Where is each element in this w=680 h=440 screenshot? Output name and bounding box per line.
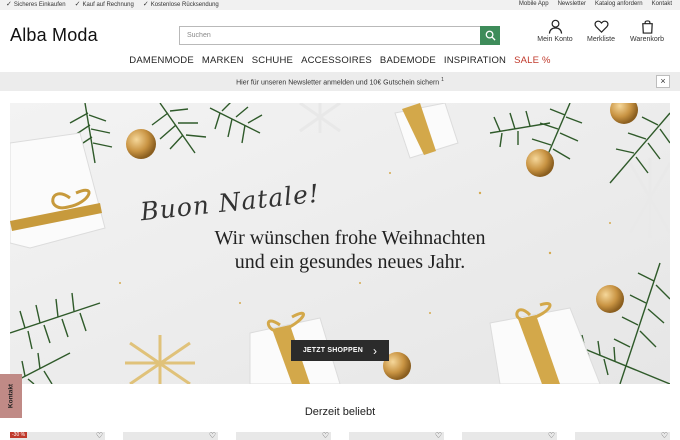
newsletter-bar: Hier für unseren Newsletter anmelden und… [0, 72, 680, 91]
search-button[interactable] [480, 26, 500, 45]
catalog-link[interactable]: Katalog anfordern [595, 1, 643, 7]
heart-icon[interactable]: ♡ [209, 432, 216, 440]
heart-icon [593, 20, 609, 33]
shop-now-label: JETZT SHOPPEN [302, 347, 363, 354]
newsletter-text: Hier für unseren Newsletter anmelden und… [236, 79, 442, 87]
hero-headline-line2: und ein gesundes neues Jahr. [234, 251, 466, 273]
shop-now-button[interactable]: JETZT SHOPPEN › [291, 340, 389, 361]
product-card[interactable]: -30 % ♡ [10, 432, 105, 440]
newsletter-link[interactable]: Newsletter [558, 1, 586, 7]
header-actions: Mein Konto Merkliste Warenkorb [532, 19, 670, 43]
wishlist-label: Merkliste [586, 36, 615, 43]
contact-link[interactable]: Kontakt [652, 1, 672, 7]
heart-icon[interactable]: ♡ [322, 432, 329, 440]
wishlist-button[interactable]: Merkliste [578, 19, 624, 43]
nav-item-damenmode[interactable]: DAMENMODE [129, 55, 194, 66]
nav-item-bademode[interactable]: BADEMODE [380, 55, 436, 66]
heart-icon[interactable]: ♡ [435, 432, 442, 440]
main-nav: DAMENMODE MARKEN SCHUHE ACCESSOIRES BADE… [0, 55, 680, 66]
check-icon: ✓ [74, 1, 81, 8]
product-card[interactable]: ♡ [123, 432, 218, 440]
hero-banner[interactable]: Buon Natale! Wir wünschen frohe Weihnach… [10, 103, 670, 384]
usp-label: Kostenlose Rücksendung [150, 1, 219, 8]
cart-label: Warenkorb [630, 36, 664, 43]
user-icon [548, 19, 562, 34]
usp-label: Kauf auf Rechnung [82, 1, 134, 8]
usp-item: ✓ Kostenlose Rücksendung [143, 1, 219, 8]
product-carousel: -30 % ♡ ♡ ♡ ♡ ♡ ♡ [10, 432, 670, 440]
product-card[interactable]: ♡ [349, 432, 444, 440]
usp-item: ✓ Sicheres Einkaufen [6, 1, 66, 8]
product-card[interactable]: ♡ [575, 432, 670, 440]
usp-item: ✓ Kauf auf Rechnung [75, 1, 134, 8]
heart-icon[interactable]: ♡ [96, 432, 103, 440]
discount-badge: -30 % [10, 432, 28, 438]
product-card[interactable]: ♡ [462, 432, 557, 440]
hero-headline-line1: Wir wünschen frohe Weihnachten [214, 227, 486, 249]
site-header: Alba Moda Mein Konto Merkliste [0, 10, 680, 72]
newsletter-bar-text[interactable]: Hier für unseren Newsletter anmelden und… [0, 77, 680, 86]
bag-icon [641, 20, 653, 34]
check-icon: ✓ [6, 1, 12, 8]
nav-item-inspiration[interactable]: INSPIRATION [444, 55, 506, 66]
bauble [526, 149, 554, 177]
mobile-app-link[interactable]: Mobile App [519, 1, 549, 7]
close-icon[interactable]: × [656, 75, 670, 88]
site-logo[interactable]: Alba Moda [10, 25, 98, 46]
search-input[interactable] [180, 27, 480, 44]
heart-icon[interactable]: ♡ [661, 432, 668, 440]
check-icon: ✓ [142, 1, 149, 8]
nav-item-accessoires[interactable]: ACCESSOIRES [301, 55, 372, 66]
usp-list: ✓ Sicheres Einkaufen ✓ Kauf auf Rechnung ✓… [6, 1, 219, 8]
chevron-right-icon: › [372, 343, 378, 358]
product-card[interactable]: ♡ [236, 432, 331, 440]
heart-icon[interactable]: ♡ [548, 432, 555, 440]
account-label: Mein Konto [537, 36, 573, 43]
nav-item-schuhe[interactable]: SCHUHE [252, 55, 293, 66]
contact-tab-label: Kontakt [7, 383, 15, 409]
nav-item-sale[interactable]: SALE % [514, 55, 551, 66]
search-icon [485, 30, 496, 41]
section-title: Derzeit beliebt [304, 406, 376, 418]
cart-button[interactable]: Warenkorb [624, 19, 670, 43]
top-bar: ✓ Sicheres Einkaufen ✓ Kauf auf Rechnung ✓… [0, 0, 680, 10]
account-button[interactable]: Mein Konto [532, 19, 578, 43]
bauble [596, 285, 624, 313]
search-box [179, 26, 500, 45]
bauble [126, 129, 156, 159]
nav-item-marken[interactable]: MARKEN [202, 55, 244, 66]
usp-label: Sicheres Einkaufen [13, 1, 66, 8]
service-links: Mobile App Newsletter Katalog anfordern … [519, 1, 672, 7]
newsletter-footnote: 1 [441, 77, 444, 83]
